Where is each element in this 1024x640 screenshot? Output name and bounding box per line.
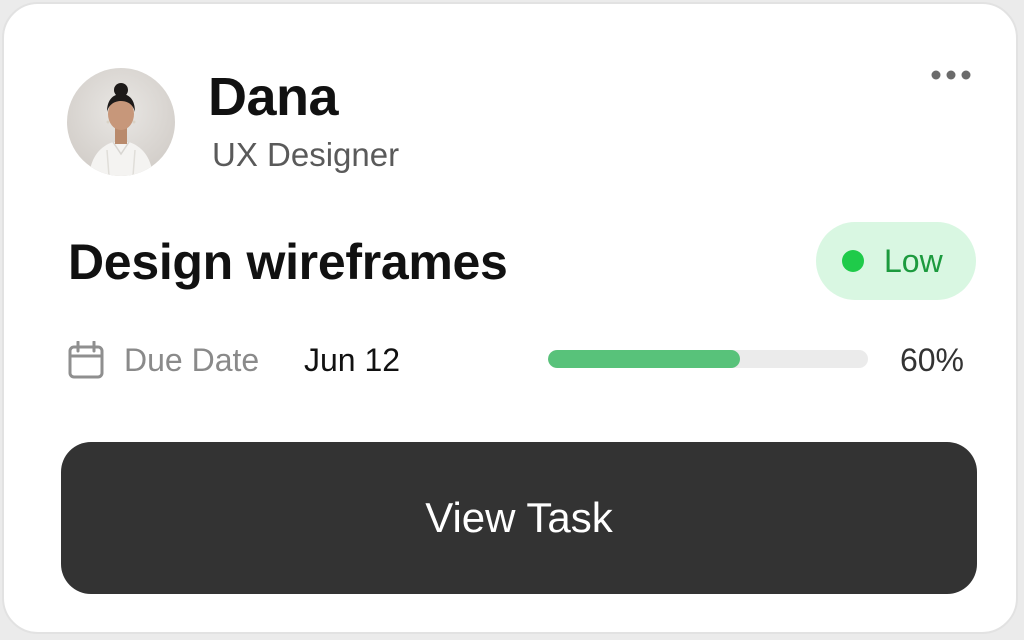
- calendar-icon: [68, 340, 104, 379]
- priority-dot-icon: [842, 250, 864, 272]
- person-portrait-icon: [67, 68, 175, 176]
- priority-badge[interactable]: Low: [816, 222, 976, 300]
- view-task-button[interactable]: View Task: [61, 442, 977, 594]
- due-date-value: Jun 12: [304, 342, 401, 378]
- task-card: Dana UX Designer Design wireframes Low D…: [2, 2, 1018, 634]
- due-date-label: Due Date: [124, 342, 260, 378]
- task-title: Design wireframes: [68, 234, 508, 290]
- more-options-button[interactable]: [924, 60, 980, 90]
- user-name: Dana: [208, 67, 339, 127]
- progress-fill: [548, 350, 740, 368]
- progress-bar: [548, 350, 868, 368]
- more-horizontal-icon: [931, 70, 971, 80]
- priority-label: Low: [884, 242, 943, 279]
- progress-percent: 60%: [899, 342, 964, 378]
- avatar: [67, 68, 175, 176]
- user-role: UX Designer: [212, 136, 400, 173]
